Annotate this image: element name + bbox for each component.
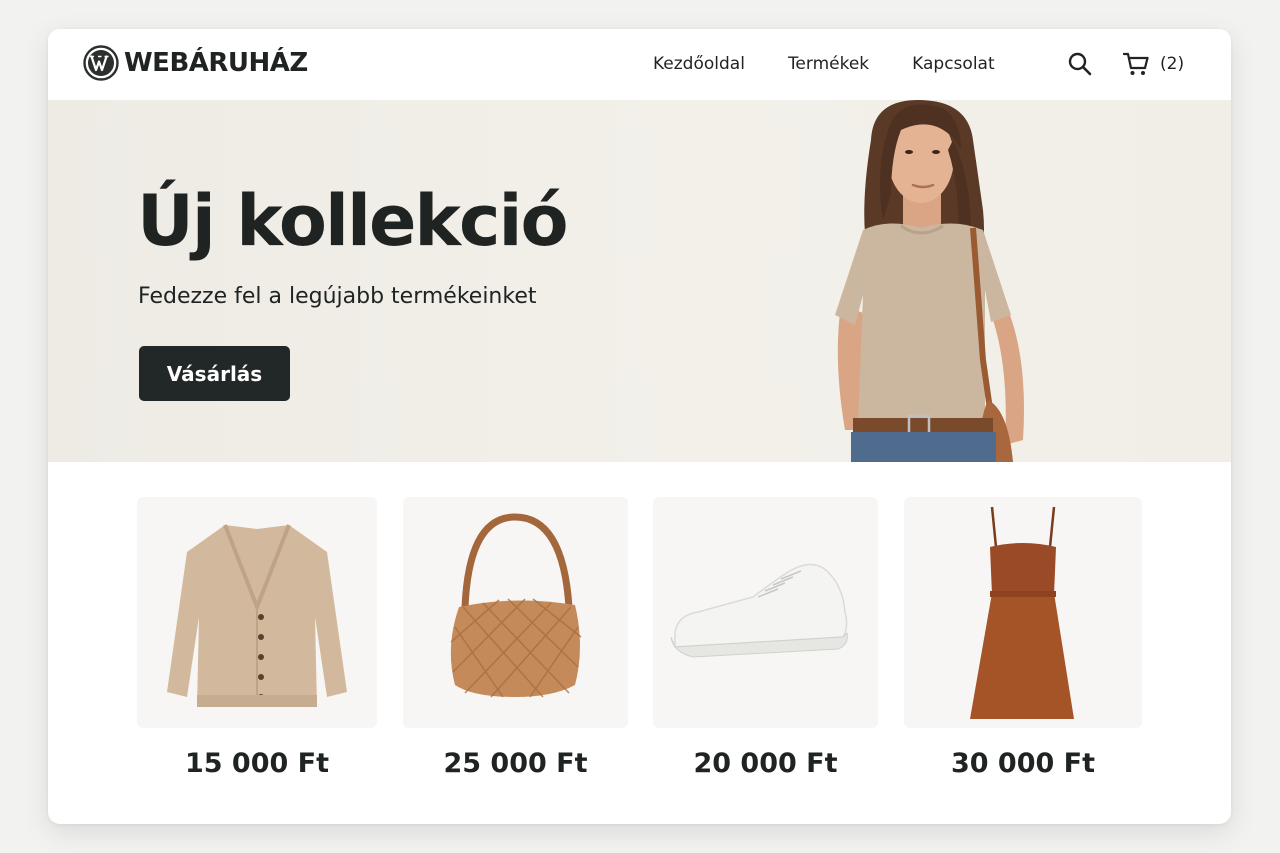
brand-logo[interactable]: WEBÁRUHÁZ [83, 45, 308, 81]
sneaker-image [670, 563, 848, 658]
product-price: 15 000 Ft [184, 748, 330, 779]
dress-image [970, 506, 1074, 719]
nav-item-contact[interactable]: Kapcsolat [912, 54, 994, 74]
product-grid: 15 000 Ft 25 000 Ft 20 000 Ft 30 000 Ft [48, 462, 1231, 824]
shop-now-button[interactable]: Vásárlás [139, 346, 290, 401]
site-header: WEBÁRUHÁZ Kezdőoldal Termékek Kapcsolat … [48, 29, 1231, 100]
nav-item-products[interactable]: Termékek [788, 54, 869, 74]
product-price: 30 000 Ft [950, 748, 1096, 779]
browser-window: WEBÁRUHÁZ Kezdőoldal Termékek Kapcsolat … [48, 29, 1231, 824]
cart-icon [1122, 52, 1149, 75]
product-image-cardigan[interactable] [137, 497, 377, 728]
product-price: 25 000 Ft [443, 748, 588, 779]
cart-count-badge: (2) [1160, 54, 1185, 74]
brand-name: WEBÁRUHÁZ [124, 48, 308, 78]
product-card[interactable]: 15 000 Ft [137, 497, 377, 779]
cart-button[interactable]: (2) [1122, 51, 1184, 77]
hero-subtitle: Fedezze fel a legújabb termékeinket [138, 284, 537, 309]
hero-title: Új kollekció [137, 180, 569, 262]
wordpress-logo-icon [83, 45, 119, 81]
cardigan-image [167, 524, 347, 707]
product-price: 20 000 Ft [693, 748, 838, 779]
product-card[interactable]: 25 000 Ft [403, 497, 628, 779]
product-image-handbag[interactable] [403, 497, 628, 728]
hero-model-image [835, 100, 1024, 462]
hero-banner: Új kollekció Fedezze fel a legújabb term… [48, 100, 1231, 462]
search-icon[interactable] [1067, 51, 1093, 77]
product-image-sneaker[interactable] [653, 497, 878, 728]
nav-item-home[interactable]: Kezdőoldal [653, 54, 745, 74]
product-card[interactable]: 30 000 Ft [904, 497, 1142, 779]
product-card[interactable]: 20 000 Ft [653, 497, 878, 779]
product-image-dress[interactable] [904, 497, 1142, 728]
handbag-image [450, 513, 582, 698]
main-nav: Kezdőoldal Termékek Kapcsolat [653, 54, 995, 74]
